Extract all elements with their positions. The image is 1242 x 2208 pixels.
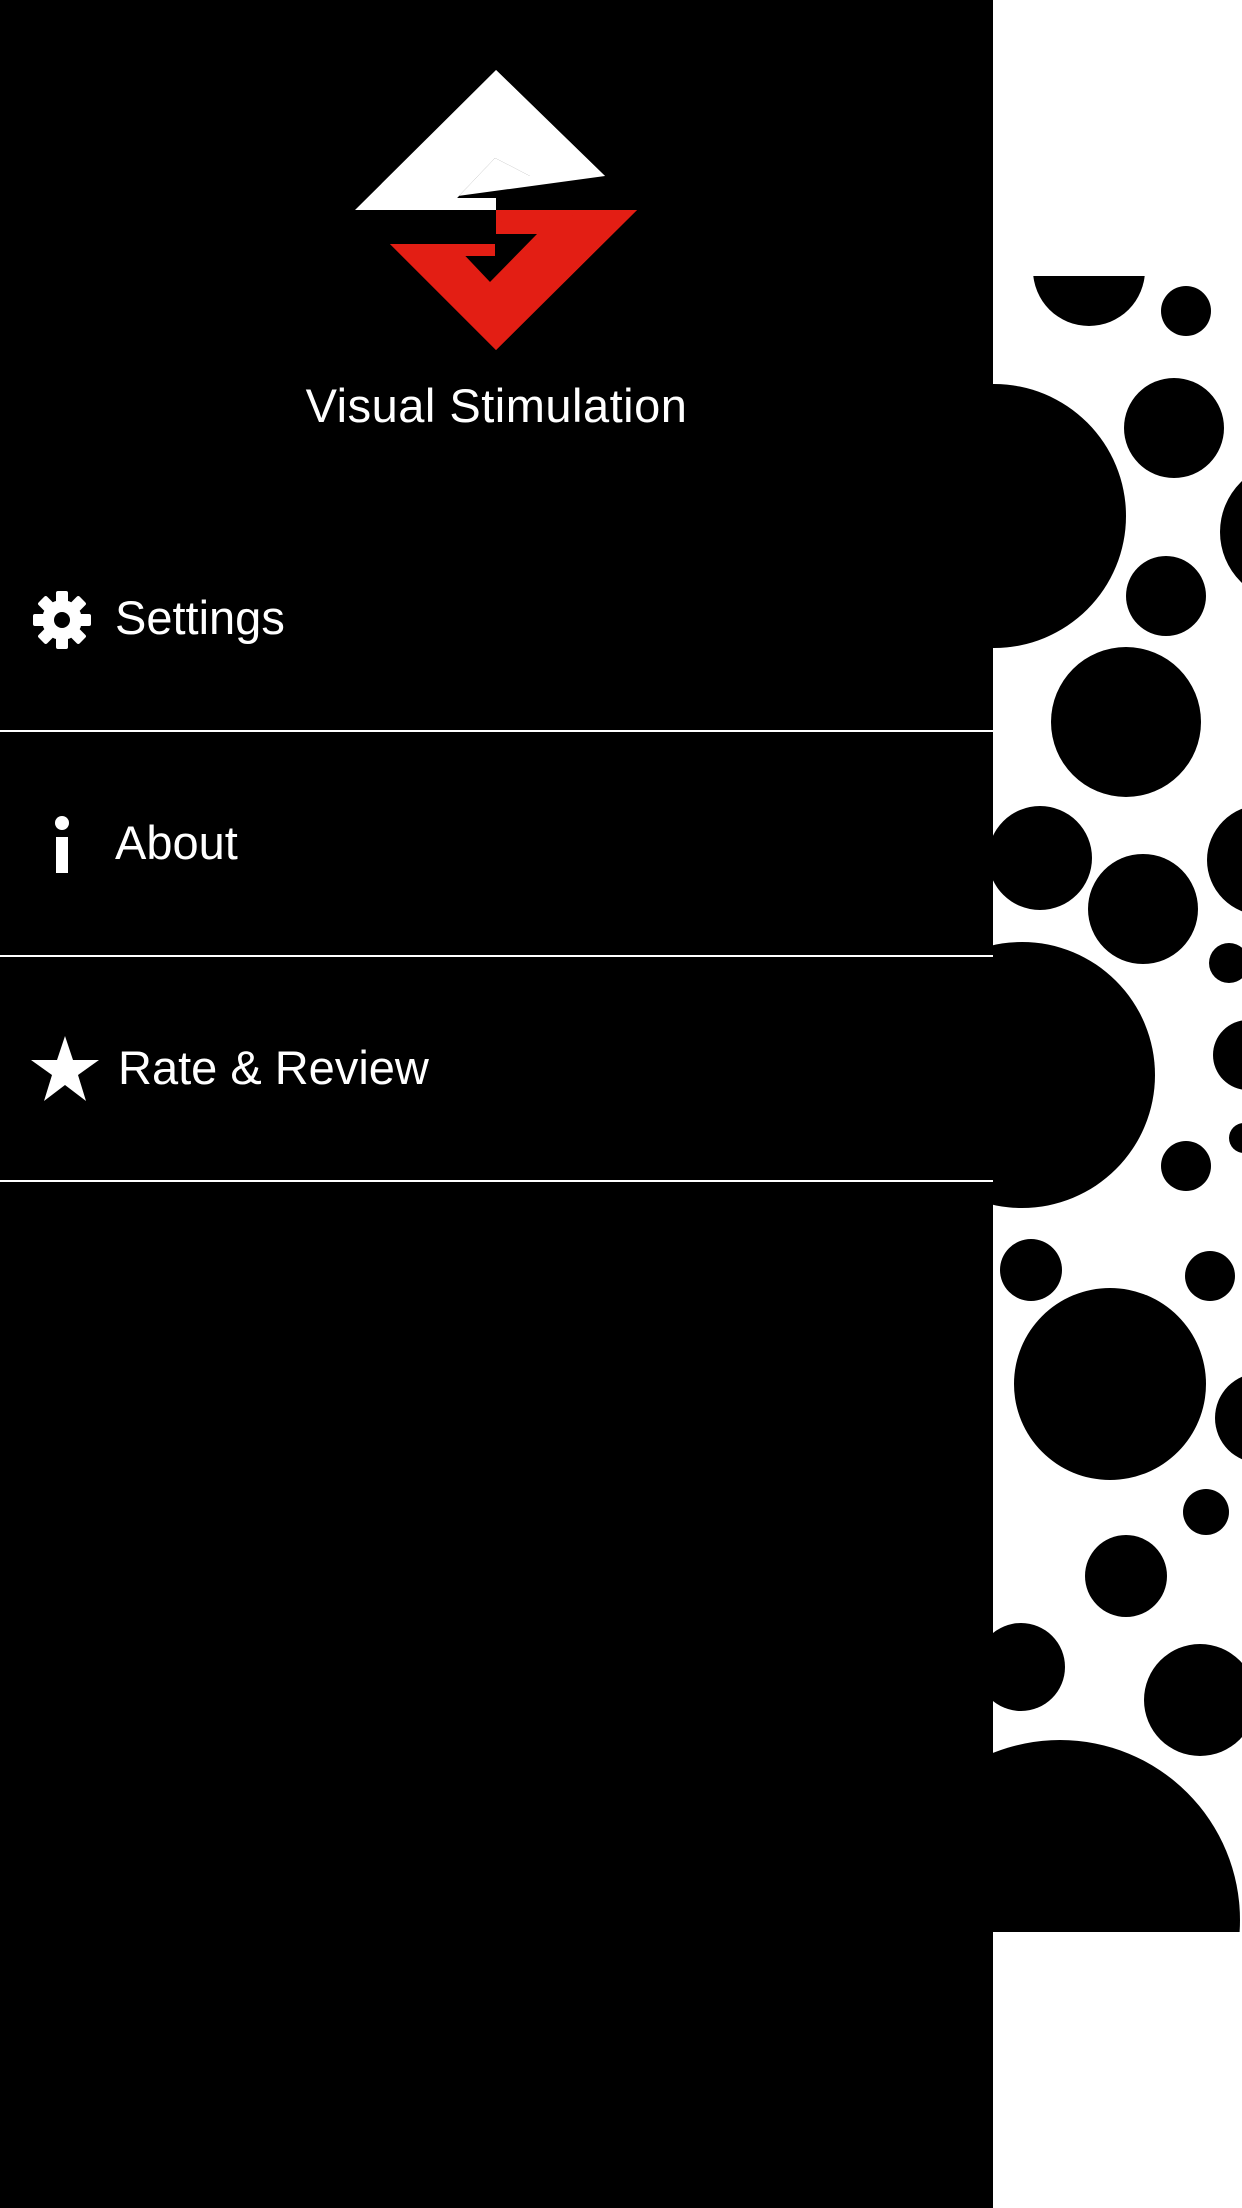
menu-item-label: About <box>115 816 238 869</box>
menu-item-settings[interactable]: Settings <box>0 506 993 730</box>
app-screen: Visual Stimulation Settings About Rate &… <box>0 0 1242 2208</box>
star-icon <box>30 1034 100 1104</box>
dot-pattern-image <box>993 276 1242 1932</box>
info-icon <box>30 813 94 877</box>
menu-divider <box>0 1180 993 1182</box>
menu-item-label: Settings <box>115 591 285 644</box>
gear-icon <box>30 588 94 652</box>
menu-item-rate-review[interactable]: Rate & Review <box>0 956 993 1180</box>
stimulation-view[interactable] <box>993 0 1242 2208</box>
side-drawer: Visual Stimulation Settings About Rate &… <box>0 0 993 2208</box>
app-title: Visual Stimulation <box>305 379 688 432</box>
menu-item-about[interactable]: About <box>0 731 993 955</box>
app-logo <box>355 70 637 350</box>
menu-item-label: Rate & Review <box>118 1041 429 1094</box>
